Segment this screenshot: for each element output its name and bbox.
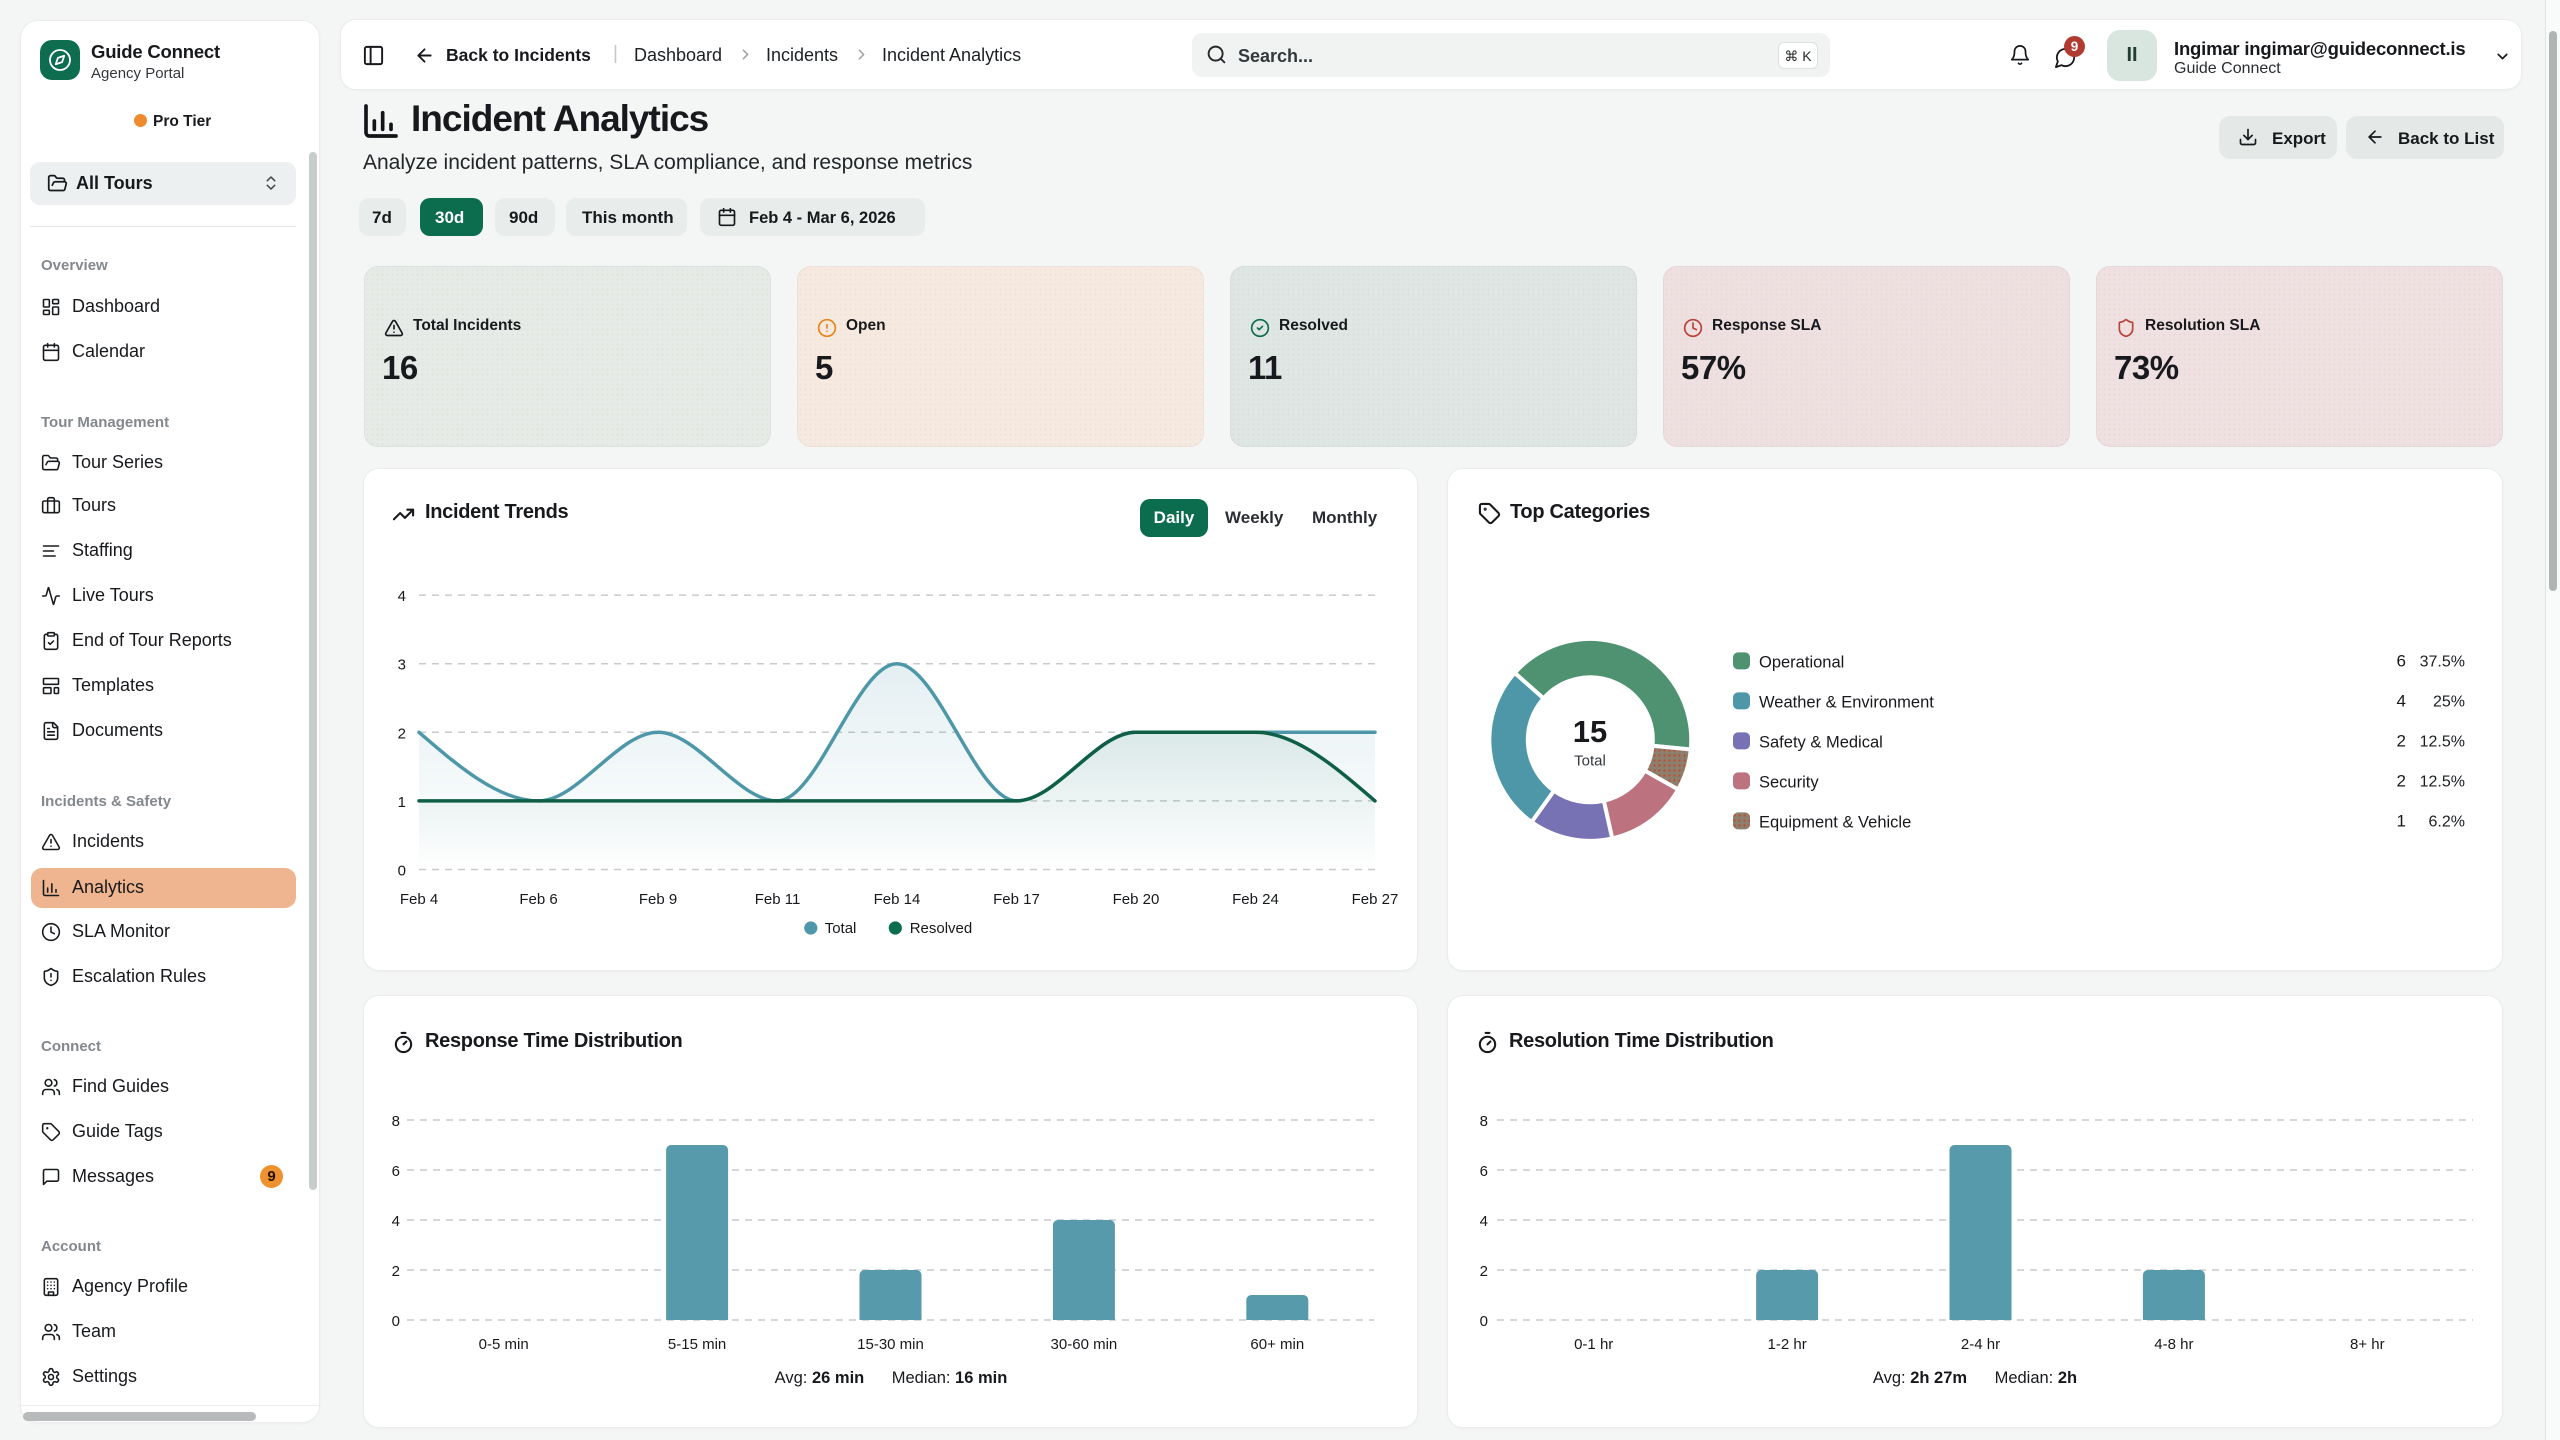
svg-text:30-60 min: 30-60 min xyxy=(1051,1336,1118,1353)
svg-text:Safety & Medical: Safety & Medical xyxy=(1759,733,1883,751)
svg-text:2: 2 xyxy=(398,725,406,742)
svg-text:8+ hr: 8+ hr xyxy=(2350,1336,2385,1353)
svg-text:Resolved: Resolved xyxy=(910,920,973,937)
svg-text:0: 0 xyxy=(1480,1313,1488,1330)
svg-text:4: 4 xyxy=(392,1213,400,1230)
svg-text:Operational: Operational xyxy=(1759,653,1844,671)
svg-text:12.5%: 12.5% xyxy=(2420,733,2465,750)
svg-text:2: 2 xyxy=(2397,771,2406,790)
svg-text:6.2%: 6.2% xyxy=(2429,813,2465,830)
svg-text:Feb 9: Feb 9 xyxy=(639,891,677,908)
svg-text:0: 0 xyxy=(398,863,406,880)
svg-text:60+ min: 60+ min xyxy=(1250,1336,1304,1353)
svg-text:8: 8 xyxy=(392,1113,400,1130)
svg-text:Feb 20: Feb 20 xyxy=(1113,891,1160,908)
svg-text:1: 1 xyxy=(2397,811,2406,830)
svg-text:Total: Total xyxy=(825,920,857,937)
svg-text:Weather & Environment: Weather & Environment xyxy=(1759,693,1934,711)
svg-text:2: 2 xyxy=(2397,731,2406,750)
svg-text:25%: 25% xyxy=(2433,693,2465,710)
svg-text:Avg: 2h 27m Median: 2h: Avg: 2h 27m Median: 2h xyxy=(1873,1369,2077,1387)
svg-text:3: 3 xyxy=(398,657,406,674)
svg-text:2-4 hr: 2-4 hr xyxy=(1961,1336,2000,1353)
svg-text:15: 15 xyxy=(1573,714,1607,749)
svg-text:6: 6 xyxy=(1480,1163,1488,1180)
svg-text:Feb 6: Feb 6 xyxy=(519,891,557,908)
svg-text:1: 1 xyxy=(398,794,406,811)
svg-text:Feb 27: Feb 27 xyxy=(1352,891,1399,908)
svg-text:0: 0 xyxy=(392,1313,400,1330)
svg-text:0-5 min: 0-5 min xyxy=(479,1336,529,1353)
svg-text:8: 8 xyxy=(1480,1113,1488,1130)
svg-text:Security: Security xyxy=(1759,773,1819,791)
svg-text:1-2 hr: 1-2 hr xyxy=(1768,1336,1807,1353)
svg-text:4: 4 xyxy=(398,588,406,605)
svg-text:15-30 min: 15-30 min xyxy=(857,1336,924,1353)
svg-text:Feb 24: Feb 24 xyxy=(1232,891,1279,908)
svg-text:4: 4 xyxy=(1480,1213,1488,1230)
svg-text:Avg: 26 min Median: 16 mi: Avg: 26 min Median: 16 min xyxy=(775,1369,1008,1387)
svg-text:Total: Total xyxy=(1574,753,1606,770)
svg-text:4-8 hr: 4-8 hr xyxy=(2154,1336,2193,1353)
svg-text:4: 4 xyxy=(2397,691,2406,710)
svg-text:Feb 17: Feb 17 xyxy=(993,891,1040,908)
svg-text:Feb 11: Feb 11 xyxy=(755,891,801,908)
svg-text:6: 6 xyxy=(392,1163,400,1180)
svg-text:Feb 4: Feb 4 xyxy=(400,891,438,908)
svg-text:Feb 14: Feb 14 xyxy=(874,891,921,908)
svg-text:2: 2 xyxy=(1480,1263,1488,1280)
svg-text:5-15 min: 5-15 min xyxy=(668,1336,726,1353)
svg-text:0-1 hr: 0-1 hr xyxy=(1574,1336,1613,1353)
svg-text:37.5%: 37.5% xyxy=(2420,653,2465,670)
svg-text:Equipment & Vehicle: Equipment & Vehicle xyxy=(1759,813,1911,831)
svg-text:2: 2 xyxy=(392,1263,400,1280)
svg-text:12.5%: 12.5% xyxy=(2420,773,2465,790)
svg-text:6: 6 xyxy=(2397,651,2406,670)
